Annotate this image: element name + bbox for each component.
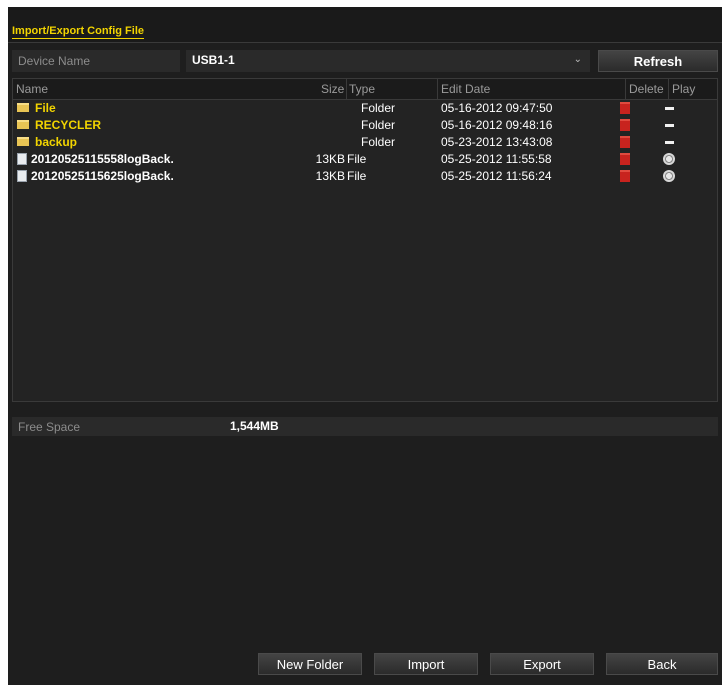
folder-icon <box>17 137 29 146</box>
row-edit-date: 05-16-2012 09:48:16 <box>441 118 553 132</box>
title-divider <box>8 42 722 43</box>
back-button[interactable]: Back <box>606 653 718 675</box>
free-space-value: 1,544MB <box>230 419 279 433</box>
device-name-label: Device Name <box>18 54 91 68</box>
play-icon[interactable] <box>663 153 675 165</box>
device-name-value: USB1-1 <box>192 53 235 67</box>
file-table: Name Size Type Edit Date Delete Play Fil… <box>12 78 718 402</box>
file-icon <box>17 153 27 165</box>
header-name: Name <box>16 82 49 96</box>
free-space-label: Free Space <box>18 420 81 434</box>
header-edit-date: Edit Date <box>441 82 491 96</box>
config-file-dialog: Import/Export Config File Device Name US… <box>8 7 722 685</box>
header-play: Play <box>672 82 696 96</box>
row-name: RECYCLER <box>35 118 102 132</box>
row-type: Folder <box>361 118 396 132</box>
table-row[interactable]: 20120525115625logBack. 13KB File 05-25-2… <box>13 168 717 185</box>
file-icon <box>17 170 27 182</box>
row-size: 13KB <box>315 169 345 183</box>
row-type: Folder <box>361 101 396 115</box>
table-row[interactable]: 20120525115558logBack. 13KB File 05-25-2… <box>13 151 717 168</box>
device-name-select[interactable]: USB1-1 ⌄ <box>186 50 590 72</box>
row-name: 20120525115625logBack. <box>31 169 174 183</box>
row-edit-date: 05-25-2012 11:56:24 <box>441 169 552 183</box>
row-name: File <box>35 101 56 115</box>
row-size: 13KB <box>315 152 345 166</box>
header-separator <box>668 79 669 99</box>
row-type: File <box>347 169 367 183</box>
row-type: File <box>347 152 367 166</box>
page-title: Import/Export Config File <box>12 25 144 39</box>
new-folder-button[interactable]: New Folder <box>258 653 362 675</box>
folder-icon <box>17 120 29 129</box>
row-edit-date: 05-25-2012 11:55:58 <box>441 152 552 166</box>
free-space-bar: Free Space 1,544MB <box>12 417 718 436</box>
dash-icon <box>665 124 674 127</box>
import-button[interactable]: Import <box>374 653 478 675</box>
dash-icon <box>665 107 674 110</box>
header-delete: Delete <box>629 82 664 96</box>
row-edit-date: 05-23-2012 13:43:08 <box>441 135 553 149</box>
table-header: Name Size Type Edit Date Delete Play <box>13 79 717 100</box>
folder-icon <box>17 103 29 112</box>
refresh-button[interactable]: Refresh <box>598 50 718 72</box>
row-type: Folder <box>361 135 396 149</box>
row-edit-date: 05-16-2012 09:47:50 <box>441 101 553 115</box>
header-separator <box>346 79 347 99</box>
trash-icon[interactable] <box>620 153 630 165</box>
device-name-label-box: Device Name <box>12 50 180 72</box>
table-row[interactable]: File Folder 05-16-2012 09:47:50 <box>13 100 717 117</box>
trash-icon[interactable] <box>620 170 630 182</box>
title-bar: Import/Export Config File <box>8 7 722 43</box>
trash-icon[interactable] <box>620 136 630 148</box>
chevron-down-icon: ⌄ <box>573 54 582 65</box>
trash-icon[interactable] <box>620 102 630 114</box>
trash-icon[interactable] <box>620 119 630 131</box>
export-button[interactable]: Export <box>490 653 594 675</box>
header-size: Size <box>321 82 345 96</box>
table-row[interactable]: backup Folder 05-23-2012 13:43:08 <box>13 134 717 151</box>
row-name: 20120525115558logBack. <box>31 152 174 166</box>
dash-icon <box>665 141 674 144</box>
table-row[interactable]: RECYCLER Folder 05-16-2012 09:48:16 <box>13 117 717 134</box>
row-name: backup <box>35 135 78 149</box>
header-separator <box>625 79 626 99</box>
header-type: Type <box>349 82 376 96</box>
header-separator <box>437 79 438 99</box>
play-icon[interactable] <box>663 170 675 182</box>
